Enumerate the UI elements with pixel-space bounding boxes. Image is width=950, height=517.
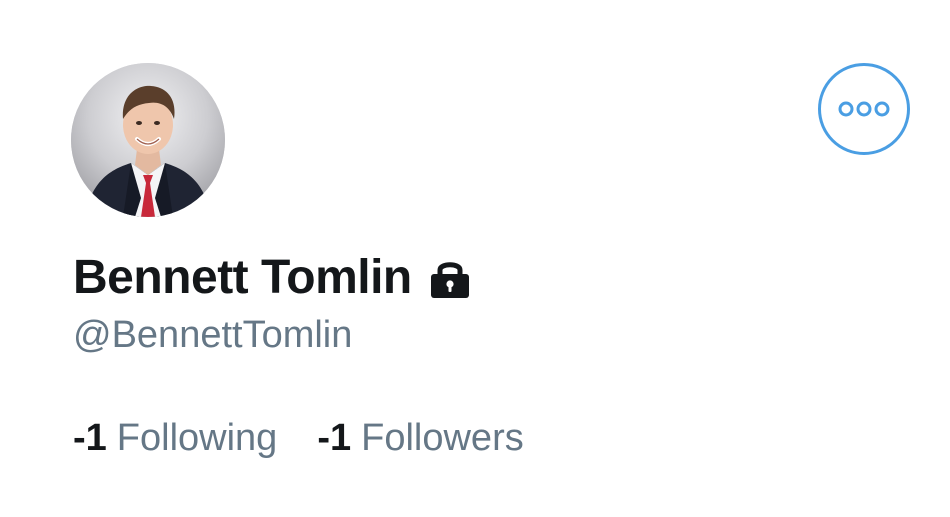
following-stat[interactable]: -1 Following: [73, 417, 278, 460]
following-count: -1: [73, 417, 107, 459]
name-row: Bennett Tomlin: [73, 246, 472, 310]
lock-icon: [428, 258, 472, 298]
username-handle: @BennettTomlin: [73, 314, 353, 356]
avatar-photo: [71, 63, 225, 217]
more-horizontal-icon: [838, 101, 890, 117]
display-name: Bennett Tomlin: [73, 251, 412, 304]
profile-header: Bennett Tomlin @BennettTomlin -1 Followi…: [0, 0, 950, 517]
followers-count: -1: [317, 417, 352, 459]
avatar[interactable]: [71, 63, 225, 217]
followers-label: Followers: [361, 417, 524, 459]
followers-stat[interactable]: -1 Followers: [317, 417, 524, 460]
following-label: Following: [116, 417, 278, 459]
profile-stats: -1 Following -1 Followers: [73, 417, 524, 460]
more-options-button[interactable]: [818, 63, 910, 155]
